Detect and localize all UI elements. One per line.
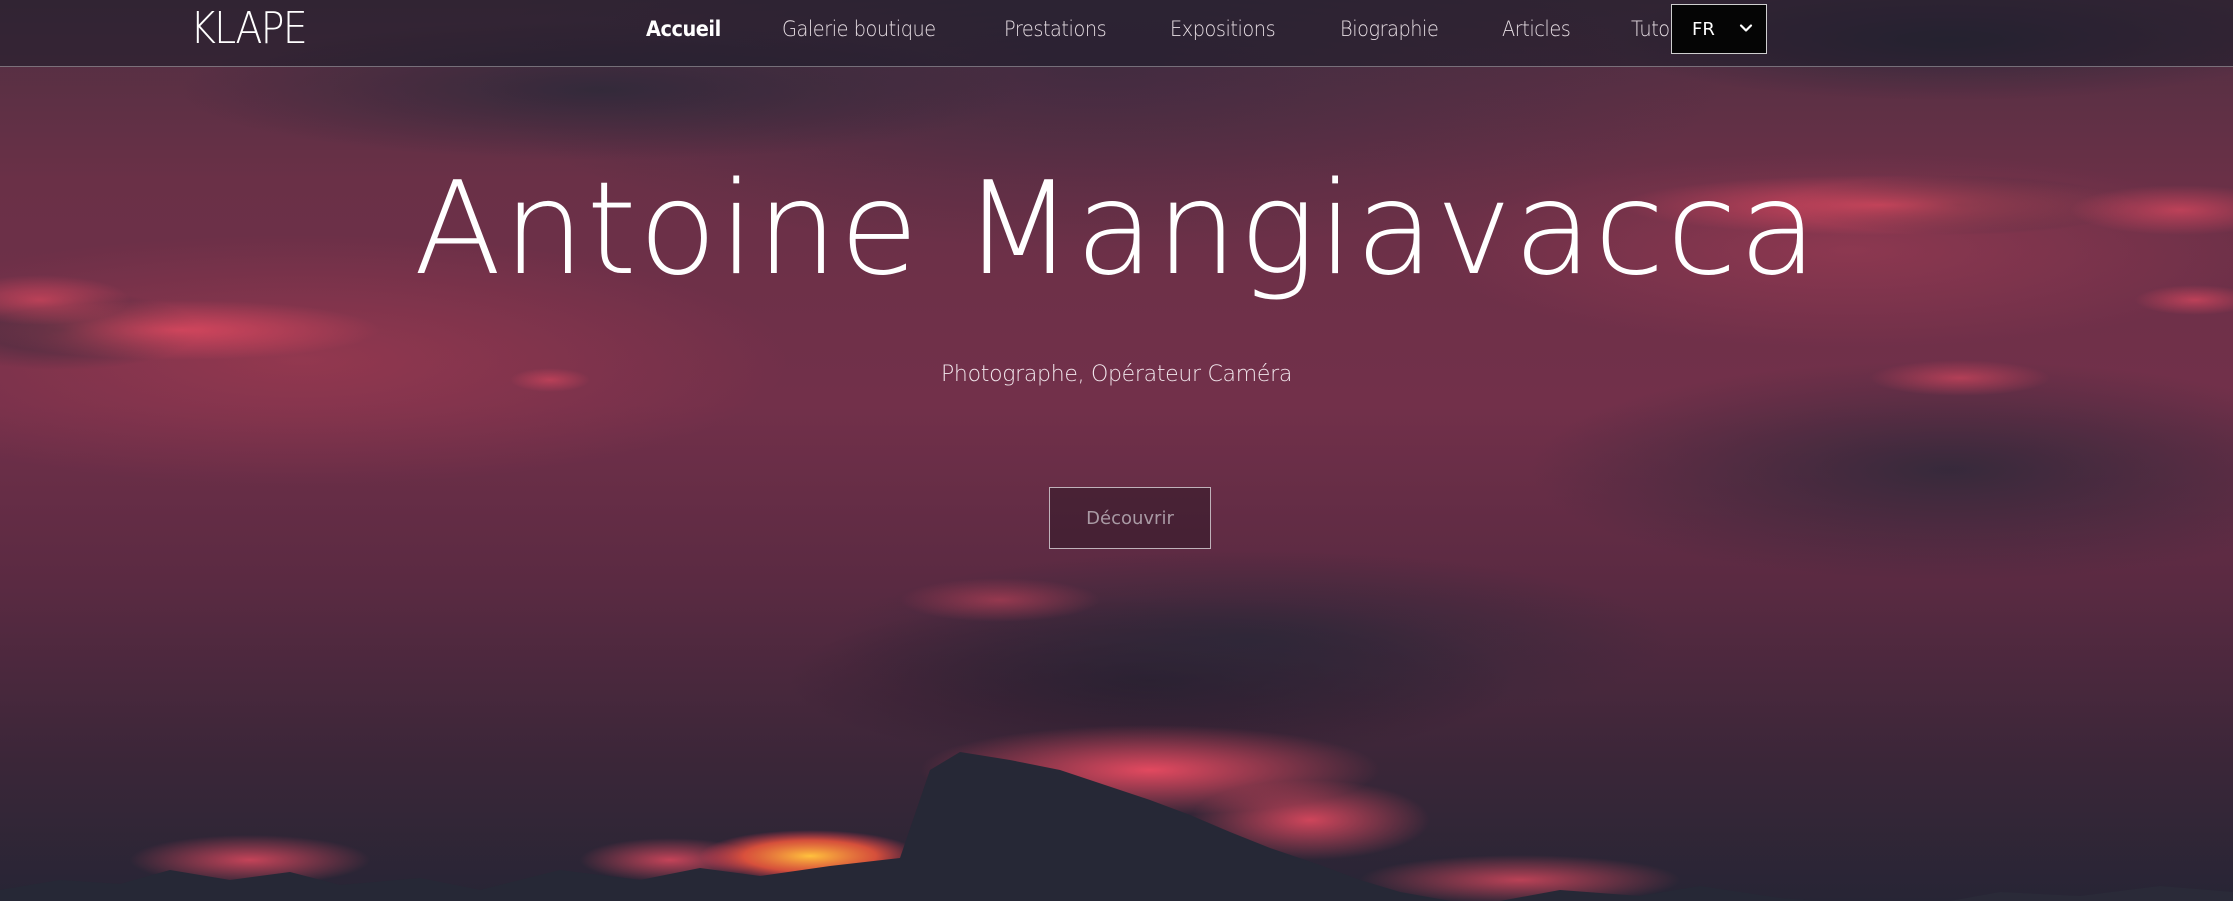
sunset-clouds-graphic [0,0,2233,901]
site-logo[interactable]: KLAPE [190,4,308,54]
hero-title: Antoine Mangiavacca [413,155,1820,304]
nav-item-galerie-boutique[interactable]: Galerie boutique [782,17,936,41]
nav-item-expositions[interactable]: Expositions [1170,17,1276,41]
nav-item-articles[interactable]: Articles [1502,17,1571,41]
nav-item-biographie[interactable]: Biographie [1340,17,1439,41]
top-navbar: KLAPE Accueil Galerie boutique Prestatio… [0,0,2233,67]
nav-item-prestations[interactable]: Prestations [1004,17,1107,41]
page: KLAPE Accueil Galerie boutique Prestatio… [0,0,2233,901]
discover-button[interactable]: Découvrir [1049,487,1211,549]
hero-background-image [0,0,2233,901]
language-select[interactable]: FR [1671,4,1767,54]
main-menu: Accueil Galerie boutique Prestations Exp… [646,0,1770,58]
language-select-value: FR [1692,18,1715,40]
nav-item-accueil[interactable]: Accueil [646,17,721,41]
hero-subtitle: Photographe, Opérateur Caméra [940,362,1293,387]
chevron-down-icon [1739,24,1753,32]
